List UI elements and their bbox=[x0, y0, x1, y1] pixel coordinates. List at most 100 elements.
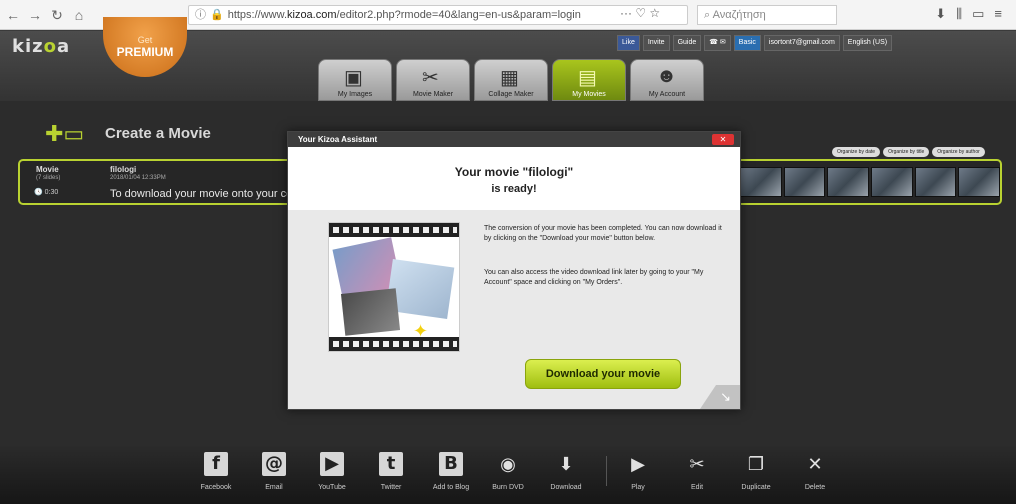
search-icon: ⌕ bbox=[704, 9, 713, 21]
create-movie-title[interactable]: Create a Movie bbox=[105, 125, 211, 142]
film-strip-top bbox=[329, 223, 459, 237]
play-button[interactable]: ▶ Play bbox=[608, 452, 668, 491]
page-actions[interactable]: ··· ♡ ☆ bbox=[620, 6, 660, 20]
search-placeholder: Αναζήτηση bbox=[712, 9, 766, 21]
facebook-share-button[interactable]: f Facebook bbox=[186, 452, 246, 491]
organize-by-date-button[interactable]: Organize by date bbox=[832, 147, 881, 157]
guide-button[interactable]: Guide bbox=[672, 35, 702, 51]
url-path: /editor2.php?rmode=40&lang=en-us&param=l… bbox=[336, 9, 581, 21]
premium-label: PREMIUM bbox=[116, 45, 174, 59]
camera-photo bbox=[340, 288, 401, 336]
duplicate-icon: ❐ bbox=[747, 454, 765, 474]
thumbnail bbox=[958, 167, 1001, 197]
organize-buttons: Organize by date Organize by title Organ… bbox=[832, 147, 985, 157]
facebook-like-button[interactable]: Like bbox=[617, 35, 640, 51]
email-share-button[interactable]: @ Email bbox=[244, 452, 304, 491]
add-to-blog-button[interactable]: B Add to Blog bbox=[421, 452, 481, 491]
film-icon: ▤ bbox=[578, 67, 597, 89]
kizoa-header: kizoa Get PREMIUM Like Invite Guide ☎ ✉ … bbox=[0, 17, 1016, 101]
thumbnail bbox=[871, 167, 913, 197]
sidebar-icon[interactable]: ▭ bbox=[972, 6, 994, 21]
tab-collage-maker[interactable]: ▦ Collage Maker bbox=[474, 59, 548, 101]
clock-icon: 🕓 bbox=[34, 189, 45, 196]
organize-by-title-button[interactable]: Organize by title bbox=[883, 147, 930, 157]
dialog-title: Your Kizoa Assistant bbox=[288, 132, 740, 147]
url-domain: kizoa.com bbox=[287, 9, 337, 21]
movie-download-message: To download your movie onto your co bbox=[110, 188, 293, 200]
organize-by-author-button[interactable]: Organize by author bbox=[932, 147, 985, 157]
main-tabs: ▣ My Images ✂ Movie Maker ▦ Collage Maker ▤… bbox=[318, 59, 704, 101]
download-movie-button[interactable]: Download your movie bbox=[525, 359, 681, 389]
movie-type-label: Movie bbox=[36, 165, 59, 174]
movie-duration: 🕓 0:30 bbox=[34, 189, 59, 196]
blog-icon: B bbox=[439, 452, 463, 476]
home-icon[interactable]: ⌂ bbox=[70, 6, 88, 24]
user-email[interactable]: isortont7@gmail.com bbox=[763, 35, 840, 51]
downloads-icon[interactable]: ⬇ bbox=[935, 6, 956, 21]
people-icon: ☻ bbox=[656, 65, 678, 87]
get-premium-button[interactable]: Get PREMIUM bbox=[103, 17, 187, 77]
duplicate-button[interactable]: ❐ Duplicate bbox=[726, 452, 786, 491]
info-icon[interactable]: ⓘ bbox=[195, 9, 206, 21]
tab-my-images[interactable]: ▣ My Images bbox=[318, 59, 392, 101]
invite-button[interactable]: Invite bbox=[642, 35, 670, 51]
dvd-icon: ◉ bbox=[500, 454, 516, 474]
movie-actions-toolbar: f Facebook @ Email ▶ YouTube t Twitter B Add … bbox=[0, 446, 1016, 504]
play-icon: ▶ bbox=[631, 454, 645, 474]
language-select[interactable]: English (US) bbox=[842, 35, 893, 51]
movie-name: filologi bbox=[110, 165, 137, 174]
browser-search-input[interactable]: ⌕ Αναζήτηση bbox=[697, 5, 837, 25]
address-bar[interactable]: ⓘ 🔒 https://www.kizoa.com/editor2.php?rmod… bbox=[188, 5, 688, 25]
email-icon: @ bbox=[262, 452, 286, 476]
url-prefix: https://www. bbox=[227, 9, 287, 21]
facebook-icon: f bbox=[204, 452, 228, 476]
delete-icon: ✕ bbox=[807, 454, 823, 474]
thumbnail bbox=[740, 167, 782, 197]
reload-icon[interactable]: ↻ bbox=[48, 6, 66, 24]
movie-date: 2018/01/04 12:33PM bbox=[110, 175, 166, 181]
kizoa-logo[interactable]: kizoa bbox=[12, 36, 70, 57]
menu-icon[interactable]: ≡ bbox=[994, 6, 1012, 21]
browser-right-icons: ⬇⫼▭≡ bbox=[935, 6, 1012, 22]
images-icon: ▣ bbox=[344, 67, 363, 89]
toolbar-divider bbox=[606, 456, 607, 486]
tab-my-movies[interactable]: ▤ My Movies bbox=[552, 59, 626, 101]
clapperboard-icon: ✂ bbox=[422, 67, 439, 89]
conversion-complete-text: The conversion of your movie has been co… bbox=[484, 225, 722, 242]
download-icon: ⬇ bbox=[558, 454, 574, 474]
download-button[interactable]: ⬇ Download bbox=[536, 452, 596, 491]
close-dialog-button[interactable]: ✕ bbox=[712, 134, 734, 145]
delete-button[interactable]: ✕ Delete bbox=[785, 452, 845, 491]
movie-slide-count: (7 slides) bbox=[36, 175, 61, 181]
contact-icons[interactable]: ☎ ✉ bbox=[704, 35, 731, 51]
tab-my-account[interactable]: ☻ My Account bbox=[630, 59, 704, 101]
back-icon[interactable]: ← bbox=[4, 6, 22, 24]
edit-icon: ✂ bbox=[689, 454, 705, 474]
tab-movie-maker[interactable]: ✂ Movie Maker bbox=[396, 59, 470, 101]
forward-icon[interactable]: → bbox=[26, 6, 44, 24]
thumbnail bbox=[827, 167, 870, 197]
twitter-icon: t bbox=[379, 452, 403, 476]
collage-icon: ▦ bbox=[500, 67, 519, 89]
dialog-body: ✦ The conversion of your movie has been … bbox=[288, 210, 740, 409]
account-type-badge: Basic bbox=[733, 35, 761, 51]
download-later-text: You can also access the video download l… bbox=[484, 269, 704, 286]
lock-icon: 🔒 bbox=[210, 9, 224, 21]
burn-dvd-button[interactable]: ◉ Burn DVD bbox=[478, 452, 538, 491]
social-strip: Like Invite Guide ☎ ✉ Basic isortont7@gm… bbox=[617, 35, 893, 51]
edit-button[interactable]: ✂ Edit bbox=[667, 452, 727, 491]
ready-subheading: is ready! bbox=[491, 183, 537, 195]
youtube-share-button[interactable]: ▶ YouTube bbox=[302, 452, 362, 491]
thumbnail bbox=[783, 167, 826, 197]
premium-get-label: Get bbox=[137, 35, 153, 45]
movie-thumbnail-strip bbox=[740, 167, 1001, 197]
youtube-icon: ▶ bbox=[320, 452, 344, 476]
thumbnail bbox=[914, 167, 957, 197]
movie-preview-image: ✦ bbox=[328, 222, 460, 352]
library-icon[interactable]: ⫼ bbox=[956, 6, 972, 21]
ready-heading: Your movie "filologi" bbox=[454, 165, 574, 179]
twitter-share-button[interactable]: t Twitter bbox=[361, 452, 421, 491]
kizoa-assistant-dialog: Your Kizoa Assistant ✕ Your movie "filol… bbox=[287, 131, 741, 410]
film-strip-bottom bbox=[329, 337, 459, 351]
corner-arrow-icon[interactable]: ↘ bbox=[700, 385, 740, 409]
